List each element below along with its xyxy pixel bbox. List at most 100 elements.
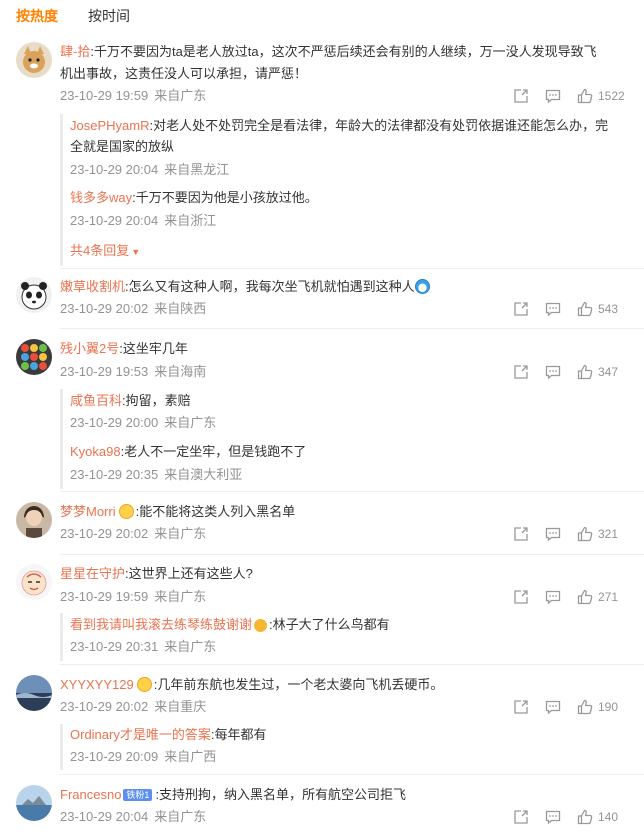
avatar[interactable] [16, 42, 52, 78]
share-icon[interactable] [512, 87, 530, 105]
share-icon[interactable] [512, 808, 530, 826]
like-icon[interactable] [576, 363, 594, 381]
reply-text: :每年都有 [210, 727, 267, 742]
comment-icon[interactable] [544, 363, 562, 381]
avatar[interactable] [16, 339, 52, 375]
comment-meta: 23-10-29 19:59 来自广东 [60, 588, 206, 606]
like-icon[interactable] [576, 300, 594, 318]
like-count: 190 [598, 700, 619, 714]
comment-icon[interactable] [544, 698, 562, 716]
avatar[interactable] [16, 675, 52, 711]
reply-text: :拘留，素赔 [122, 393, 191, 408]
like-icon[interactable] [576, 87, 594, 105]
comment-text: :怎么又有这种人啊，我每次坐飞机就怕遇到这种人 [125, 279, 415, 294]
like-icon[interactable] [576, 808, 594, 826]
avatar[interactable] [16, 785, 52, 821]
comment-text: :千万不要因为ta是老人放过ta，这次不严惩后续还会有别的人继续，万一没人发现导… [90, 44, 597, 59]
comment-time: 23-10-29 19:59 [60, 589, 149, 604]
comment-icon[interactable] [544, 525, 562, 543]
reply-location: 来自浙江 [164, 213, 217, 228]
reply-meta: 23-10-29 20:09 来自广西 [70, 748, 216, 766]
reply-text: :对老人处不处罚完全是看法律，年龄大的法律都没有处罚依据谁还能怎么办，完 [149, 118, 609, 133]
divider [60, 664, 644, 665]
like-icon[interactable] [576, 525, 594, 543]
reply-location: 来自黑龙江 [164, 162, 230, 177]
comment-text: :几年前东航也发生过，一个老太婆向飞机丢硬币。 [153, 677, 444, 692]
comment-icon[interactable] [544, 588, 562, 606]
share-icon[interactable] [512, 588, 530, 606]
share-icon[interactable] [512, 363, 530, 381]
share-icon[interactable] [512, 300, 530, 318]
like-count: 347 [598, 365, 619, 379]
divider [60, 328, 644, 329]
share-icon[interactable] [512, 525, 530, 543]
caret-down-icon: ▼ [131, 247, 141, 257]
reply-meta: 23-10-29 20:00 来自广东 [70, 414, 216, 432]
comment-username[interactable]: 肆-拾 [60, 44, 90, 59]
comment-actions: 347 [512, 363, 628, 381]
comment-actions: 140 [512, 808, 628, 826]
comment-location: 来自重庆 [154, 699, 207, 714]
like-icon[interactable] [576, 698, 594, 716]
comment-meta: 23-10-29 20:02 来自重庆 [60, 698, 206, 716]
comment-icon[interactable] [544, 808, 562, 826]
more-replies-link[interactable]: 共4条回复 ▼ [70, 240, 140, 259]
more-replies-label: 共4条回复 [70, 243, 130, 258]
comment-location: 来自广东 [154, 589, 207, 604]
fan-level-badge: 铁粉1 [123, 789, 153, 801]
avatar[interactable] [16, 277, 52, 313]
comment-time: 23-10-29 19:53 [60, 364, 149, 379]
comment-location: 来自陕西 [154, 301, 207, 316]
comment-username[interactable]: XYYXYY129 [60, 677, 134, 692]
comment-text: :这坐牢几年 [119, 341, 188, 356]
comment-meta: 23-10-29 20:02 来自陕西 [60, 300, 206, 318]
divider [60, 491, 644, 492]
comment-time: 23-10-29 20:02 [60, 526, 149, 541]
divider [60, 268, 644, 269]
comment-username[interactable]: Francesno [60, 787, 121, 802]
doraemon-emoji-icon [414, 279, 430, 294]
comment-time: 23-10-29 20:02 [60, 301, 149, 316]
comment-icon[interactable] [544, 87, 562, 105]
avatar[interactable] [16, 502, 52, 538]
comment-time: 23-10-29 19:59 [60, 88, 149, 103]
reply-location: 来自澳大利亚 [164, 467, 243, 482]
reply-item: 咸鱼百科:拘留，素赔 [70, 391, 191, 411]
reply-item: 看到我请叫我滚去练琴练鼓谢谢:林子大了什么鸟都有 [70, 615, 390, 635]
divider [60, 774, 644, 775]
comment-text: :能不能将这类人列入黑名单 [135, 504, 296, 519]
comment-actions: 1522 [512, 87, 628, 105]
reply-meta: 23-10-29 20:04 来自黑龙江 [70, 161, 229, 179]
reply-time: 23-10-29 20:00 [70, 415, 159, 430]
like-count: 271 [598, 590, 619, 604]
reply-username[interactable]: JosePHyamR [70, 118, 149, 133]
reply-meta: 23-10-29 20:04 来自浙江 [70, 212, 216, 230]
reply-meta: 23-10-29 20:35 来自澳大利亚 [70, 466, 242, 484]
reply-username[interactable]: Kyoka98 [70, 444, 121, 459]
comment-username[interactable]: 嫩草收割机 [60, 279, 125, 294]
reply-meta: 23-10-29 20:31 来自广东 [70, 638, 216, 656]
tab-sort-by-hot[interactable]: 按热度 [16, 8, 58, 24]
comment-username[interactable]: 星星在守护 [60, 566, 125, 581]
like-icon[interactable] [576, 588, 594, 606]
comment-text: :这世界上还有这些人? [125, 566, 253, 581]
reply-username[interactable]: 钱多多way [70, 190, 132, 205]
comment-meta: 23-10-29 19:53 来自海南 [60, 363, 206, 381]
comment-text: 机出事故，这责任没人可以承担，请严惩！ [60, 66, 308, 81]
reply-location: 来自广西 [164, 749, 217, 764]
reply-username[interactable]: 看到我请叫我滚去练琴练鼓谢谢 [70, 617, 252, 632]
comment-username[interactable]: 残小翼2号 [60, 341, 119, 356]
reply-username[interactable]: Ordinary才是唯一的答案 [70, 727, 211, 742]
reply-time: 23-10-29 20:31 [70, 639, 159, 654]
reply-username[interactable]: 咸鱼百科 [70, 393, 122, 408]
comment-time: 23-10-29 20:02 [60, 699, 149, 714]
share-icon[interactable] [512, 698, 530, 716]
comment-icon[interactable] [544, 300, 562, 318]
comment-username[interactable]: 梦梦Morri [60, 504, 116, 519]
tab-sort-by-time[interactable]: 按时间 [88, 8, 130, 24]
comment-location: 来自广东 [154, 88, 207, 103]
comment-actions: 543 [512, 300, 628, 318]
reply-location: 来自广东 [164, 415, 217, 430]
avatar[interactable] [16, 564, 52, 600]
reply-item: 钱多多way:千万不要因为他是小孩放过他。 [70, 188, 318, 208]
